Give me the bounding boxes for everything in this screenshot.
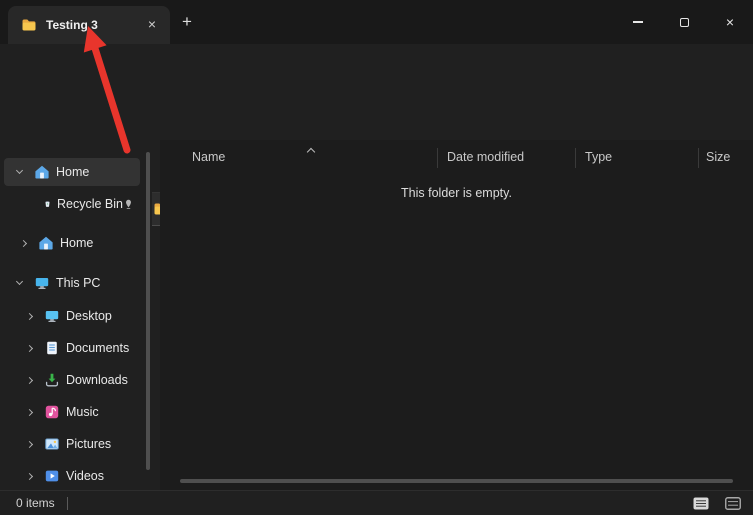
pictures-icon: [45, 438, 59, 450]
sidebar-item-recycle-bin[interactable]: Recycle Bin: [4, 190, 140, 218]
large-icons-view-button[interactable]: [721, 493, 745, 513]
file-explorer-window: Testing 3 × + × New: [0, 0, 753, 515]
chevron-down-icon[interactable]: [12, 166, 26, 175]
large-icons-view-icon: [725, 496, 741, 510]
file-list-pane: Name Date modified Type Size This folder…: [160, 140, 753, 490]
tab-close-icon[interactable]: ×: [142, 15, 162, 35]
sidebar-item-downloads[interactable]: Downloads: [4, 366, 140, 394]
folder-icon: [22, 19, 36, 31]
column-header-type[interactable]: Type: [585, 150, 612, 164]
sidebar-item-documents[interactable]: Documents: [4, 334, 140, 362]
new-tab-button[interactable]: +: [174, 10, 200, 36]
column-divider[interactable]: [698, 148, 699, 168]
status-separator: [66, 496, 68, 510]
column-divider[interactable]: [575, 148, 576, 168]
command-toolbar: New: [0, 44, 753, 124]
column-header-name[interactable]: Name: [192, 150, 225, 164]
column-divider[interactable]: [437, 148, 438, 168]
sidebar-item-label: Desktop: [66, 309, 112, 323]
empty-folder-message: This folder is empty.: [401, 186, 512, 200]
sidebar-item-home-2[interactable]: Home: [4, 229, 140, 257]
window-controls: ×: [615, 0, 753, 44]
chevron-right-icon[interactable]: [22, 472, 36, 480]
sidebar-item-music[interactable]: Music: [4, 398, 140, 426]
sidebar-item-label: Music: [66, 405, 99, 419]
tab-testing3[interactable]: Testing 3 ×: [8, 6, 170, 44]
sidebar-item-videos[interactable]: Videos: [4, 462, 140, 490]
chevron-right-icon[interactable]: [22, 440, 36, 448]
navigation-pane: Home Recycle Bin Home This PC Desktop Do…: [0, 140, 152, 490]
sidebar-scrollbar[interactable]: [146, 152, 150, 470]
desktop-icon: [45, 311, 59, 322]
documents-icon: [47, 341, 57, 355]
chevron-right-icon[interactable]: [22, 312, 36, 320]
downloads-icon: [45, 373, 59, 387]
titlebar: Testing 3 × + ×: [0, 0, 753, 44]
music-icon: [45, 405, 59, 419]
maximize-icon: [679, 17, 689, 27]
content-area: Home Recycle Bin Home This PC Desktop Do…: [0, 140, 753, 490]
maximize-button[interactable]: [661, 0, 707, 44]
chevron-right-icon[interactable]: [22, 376, 36, 384]
sidebar-item-label: Documents: [66, 341, 130, 355]
details-view-icon: [693, 497, 709, 509]
horizontal-scrollbar[interactable]: [180, 479, 733, 483]
sort-ascending-icon: [306, 147, 316, 157]
videos-icon: [45, 470, 59, 482]
navigation-bar: ← → ↑ Testing Testing 3: [0, 92, 753, 226]
chevron-right-icon[interactable]: [16, 239, 30, 247]
item-count: 0 items: [16, 496, 55, 510]
chevron-down-icon[interactable]: [12, 277, 26, 286]
sidebar-item-label: Recycle Bin: [57, 197, 123, 211]
sidebar-item-label: Videos: [66, 469, 104, 483]
close-button[interactable]: ×: [707, 0, 753, 44]
sidebar-item-label: Downloads: [66, 373, 128, 387]
status-bar: 0 items: [0, 490, 753, 515]
this-pc-icon: [35, 278, 49, 289]
home-icon: [35, 165, 49, 179]
sidebar-item-label: Home: [56, 165, 90, 179]
chevron-right-icon[interactable]: [22, 408, 36, 416]
column-header-size[interactable]: Size: [706, 150, 730, 164]
sidebar-item-label: This PC: [56, 276, 101, 290]
home-icon: [39, 236, 53, 250]
sidebar-item-pictures[interactable]: Pictures: [4, 430, 140, 458]
sidebar-item-desktop[interactable]: Desktop: [4, 302, 140, 330]
minimize-button[interactable]: [615, 0, 661, 44]
details-view-button[interactable]: [689, 493, 713, 513]
tab-title: Testing 3: [46, 18, 98, 32]
view-toggles: [689, 493, 745, 513]
column-header-date-modified[interactable]: Date modified: [447, 150, 524, 164]
pin-icon: [123, 199, 134, 210]
sidebar-item-home[interactable]: Home: [4, 158, 140, 186]
sidebar-item-label: Pictures: [66, 437, 112, 451]
sidebar-item-this-pc[interactable]: This PC: [4, 269, 140, 297]
chevron-right-icon[interactable]: [22, 344, 36, 352]
minimize-icon: [633, 21, 643, 23]
recycle-bin-icon: [45, 201, 50, 207]
sidebar-item-label: Home: [60, 236, 94, 250]
